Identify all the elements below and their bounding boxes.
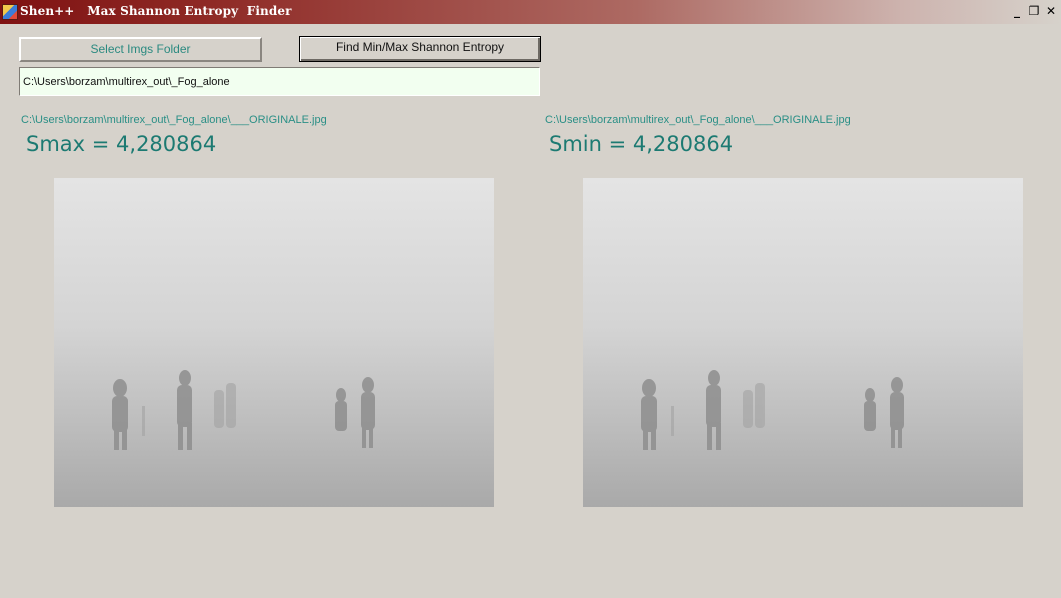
minimize-icon[interactable]: _ — [1009, 3, 1025, 19]
close-icon[interactable]: ✕ — [1043, 3, 1059, 19]
min-entropy-value: Smin = 4,280864 — [549, 132, 734, 156]
app-icon — [2, 4, 18, 20]
max-file-path: C:\Users\borzam\multirex_out\_Fog_alone\… — [21, 114, 327, 126]
window-title: Shen++ Max Shannon Entropy Finder — [20, 4, 292, 18]
restore-icon[interactable]: ❐ — [1026, 3, 1042, 19]
max-entropy-value: Smax = 4,280864 — [26, 132, 217, 156]
window-controls: _ ❐ ✕ — [1009, 3, 1059, 19]
min-file-path: C:\Users\borzam\multirex_out\_Fog_alone\… — [545, 114, 851, 126]
max-entropy-image — [54, 178, 494, 507]
select-folder-button[interactable]: Select Imgs Folder — [19, 37, 262, 62]
title-bar[interactable]: Shen++ Max Shannon Entropy Finder _ ❐ ✕ — [0, 0, 1061, 24]
folder-path-input[interactable] — [19, 67, 540, 96]
min-entropy-image — [583, 178, 1023, 507]
find-entropy-button[interactable]: Find Min/Max Shannon Entropy — [299, 36, 541, 62]
